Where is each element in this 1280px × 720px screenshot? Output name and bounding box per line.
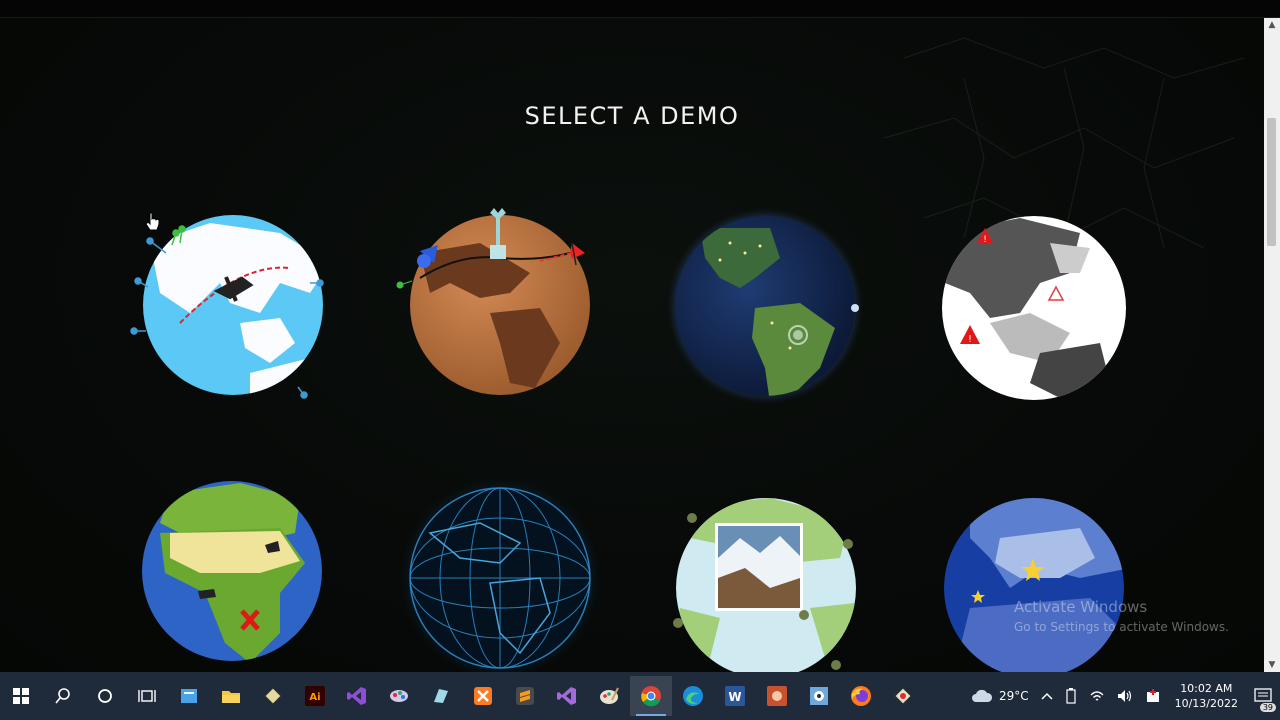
svg-text:W: W [728, 690, 741, 704]
system-tray: 29°C 10:02 AM 10/13/2022 39 [965, 672, 1280, 720]
demo-photo-pins-globe[interactable] [660, 478, 870, 672]
edge-icon[interactable] [672, 676, 714, 716]
task-view-icon[interactable] [126, 676, 168, 716]
firefox-icon[interactable] [840, 676, 882, 716]
battery-icon[interactable] [1059, 688, 1083, 704]
browser-top-strip [0, 0, 1280, 18]
clock-time: 10:02 AM [1180, 682, 1233, 695]
demo-flights-globe[interactable] [120, 203, 340, 403]
notepad-icon[interactable] [168, 676, 210, 716]
paint-palette-icon[interactable] [588, 676, 630, 716]
activate-windows-subtitle: Go to Settings to activate Windows. [1014, 620, 1229, 634]
windows-start-icon[interactable] [0, 676, 42, 716]
cortana-icon[interactable] [84, 676, 126, 716]
taskbar-clock[interactable]: 10:02 AM 10/13/2022 [1167, 681, 1246, 711]
powerpoint-icon[interactable] [756, 676, 798, 716]
xampp-icon[interactable] [462, 676, 504, 716]
vertical-scrollbar[interactable]: ▲ ▼ [1264, 18, 1280, 672]
app-icon[interactable] [252, 676, 294, 716]
mouse-cursor-icon [145, 212, 160, 231]
demo-wireframe-globe[interactable] [400, 473, 610, 672]
page-title: SELECT A DEMO [524, 102, 740, 130]
scroll-down-arrow-icon[interactable]: ▼ [1264, 658, 1280, 672]
windows-taskbar: Ai W 29°C 10:02 AM 10/13/2022 39 [0, 672, 1280, 720]
svg-text:!: ! [983, 235, 987, 245]
activate-windows-title: Activate Windows [1014, 598, 1148, 616]
demo-alerts-globe[interactable]: ! ! [930, 203, 1150, 403]
notification-count-badge: 39 [1259, 703, 1276, 712]
scroll-thumb[interactable] [1267, 118, 1276, 246]
demo-night-lights-globe[interactable] [660, 198, 880, 418]
demo-cork-board-globe[interactable] [390, 183, 610, 403]
demo-page: SELECT A DEMO ! ! [0, 18, 1264, 672]
app-icon-4[interactable] [882, 676, 924, 716]
search-icon[interactable] [42, 676, 84, 716]
svg-text:!: ! [968, 334, 972, 345]
app-icon-2[interactable] [420, 676, 462, 716]
visual-studio-icon[interactable] [336, 676, 378, 716]
cloud-icon [971, 689, 992, 702]
paint-icon[interactable] [378, 676, 420, 716]
file-explorer-icon[interactable] [210, 676, 252, 716]
svg-text:Ai: Ai [309, 692, 320, 703]
chevron-up-icon[interactable] [1035, 692, 1059, 700]
app-icon-3[interactable] [798, 676, 840, 716]
demo-africa-cartoon-globe[interactable] [130, 473, 330, 672]
demo-europe-globe[interactable] [930, 478, 1140, 672]
chrome-icon[interactable] [630, 676, 672, 716]
activate-windows-watermark: Activate Windows Go to Settings to activ… [1014, 598, 1229, 634]
word-icon[interactable]: W [714, 676, 756, 716]
weather-widget[interactable]: 29°C [965, 689, 1035, 703]
volume-icon[interactable] [1111, 689, 1139, 703]
clock-date: 10/13/2022 [1174, 697, 1238, 710]
weather-temperature: 29°C [998, 689, 1029, 703]
illustrator-icon[interactable]: Ai [294, 676, 336, 716]
scroll-up-arrow-icon[interactable]: ▲ [1264, 18, 1280, 32]
visual-studio-2-icon[interactable] [546, 676, 588, 716]
notification-center-icon[interactable]: 39 [1246, 672, 1280, 720]
sublime-text-icon[interactable] [504, 676, 546, 716]
security-alert-icon[interactable] [1139, 689, 1167, 703]
wifi-icon[interactable] [1083, 689, 1111, 703]
